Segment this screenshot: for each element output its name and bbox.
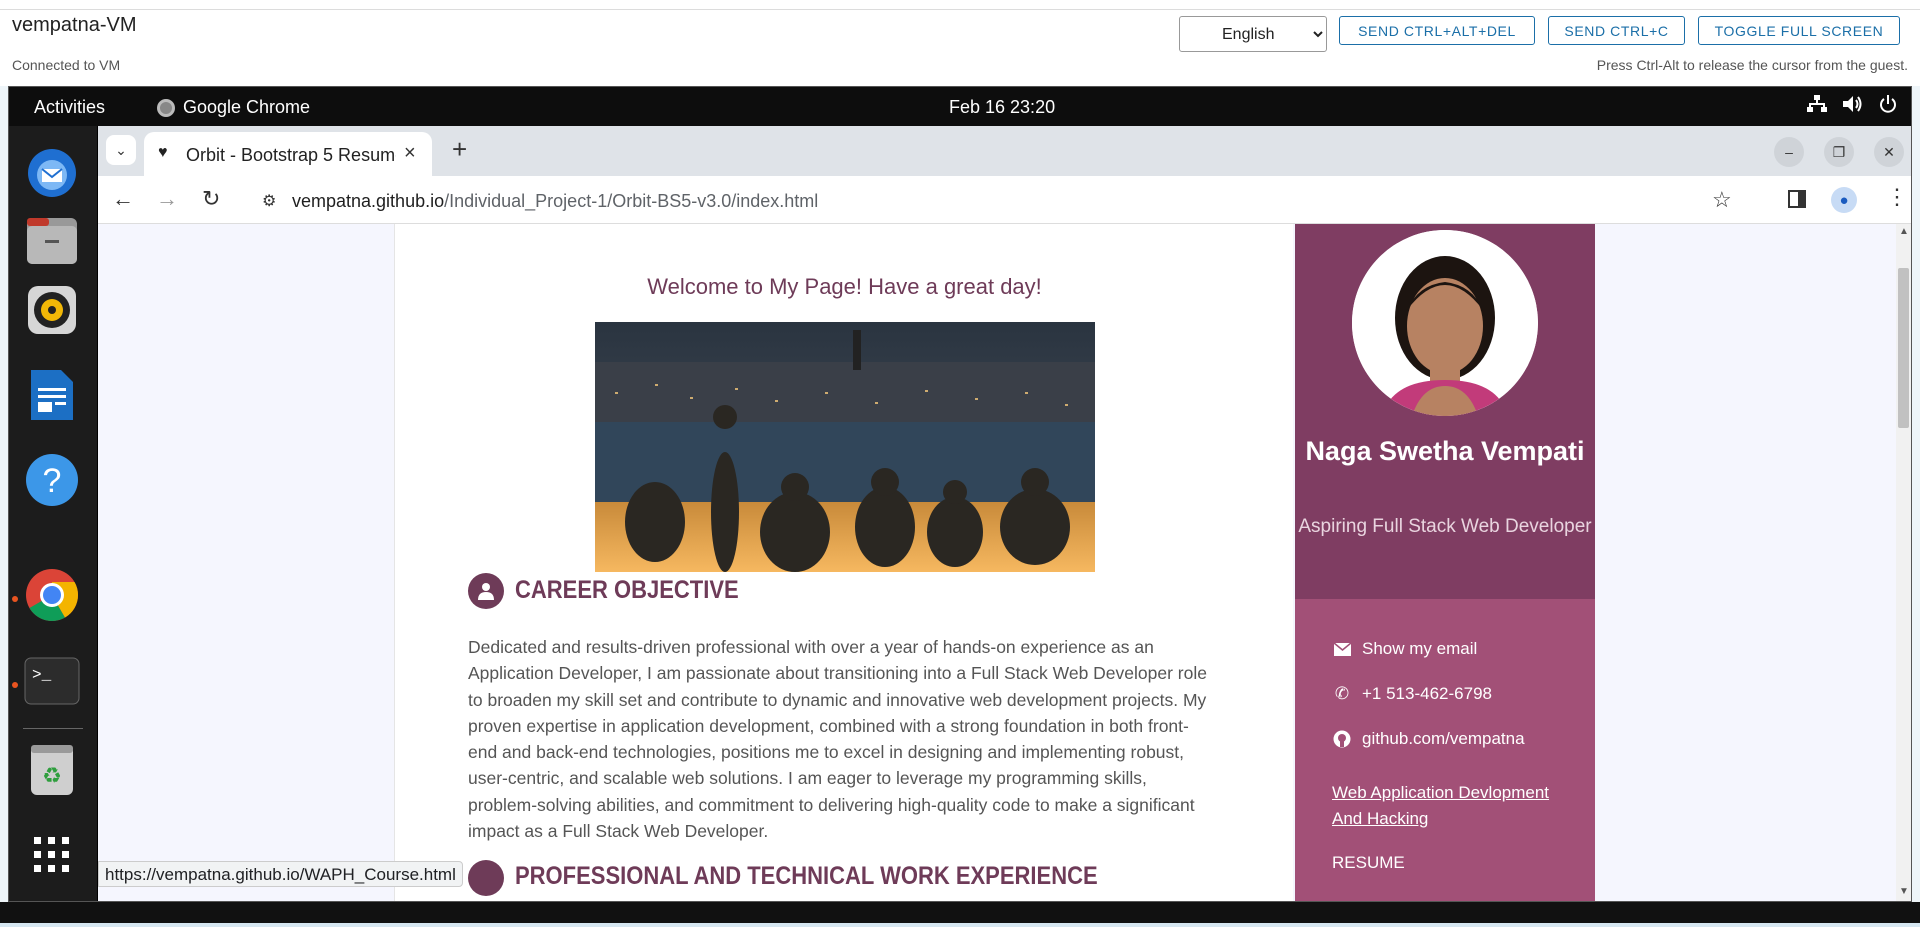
svg-text:>_: >_ xyxy=(32,666,52,684)
chrome-window: ⌄ ♥ Orbit - Bootstrap 5 Resume × + – ❐ ✕… xyxy=(98,126,1911,901)
svg-text:♻: ♻ xyxy=(42,764,62,789)
language-select[interactable]: English xyxy=(1179,16,1327,52)
url-domain: vempatna.github.io xyxy=(292,191,445,211)
new-tab-icon[interactable]: + xyxy=(452,134,467,165)
back-arrow-icon[interactable]: ← xyxy=(112,186,134,212)
reload-icon[interactable]: ↻ xyxy=(202,186,220,212)
clock[interactable]: Feb 16 23:20 xyxy=(949,97,1055,118)
welcome-heading: Welcome to My Page! Have a great day! xyxy=(647,274,1042,299)
release-cursor-hint: Press Ctrl-Alt to release the cursor fro… xyxy=(1596,57,1908,73)
career-objective-text: Dedicated and results-driven professiona… xyxy=(468,637,1207,842)
thunderbird-icon[interactable] xyxy=(23,142,81,200)
scroll-down-icon[interactable]: ▼ xyxy=(1899,886,1909,897)
send-ctrl-c-button[interactable]: SEND CTRL+C xyxy=(1548,16,1685,45)
site-info-icon[interactable]: ⚙ xyxy=(262,191,276,211)
terminal-icon[interactable]: >_ xyxy=(23,652,81,710)
volume-icon[interactable] xyxy=(1843,95,1863,118)
app-menu-label: Google Chrome xyxy=(183,97,311,117)
footer-band xyxy=(0,923,1920,927)
address-bar[interactable]: ⚙ vempatna.github.io/Individual_Project-… xyxy=(248,183,1853,219)
user-icon xyxy=(468,573,504,609)
minimize-icon[interactable]: – xyxy=(1774,137,1804,167)
activities-button[interactable]: Activities xyxy=(34,97,105,118)
close-tab-icon[interactable]: × xyxy=(404,142,416,165)
network-icon[interactable] xyxy=(1807,95,1827,118)
forward-arrow-icon[interactable]: → xyxy=(156,186,178,212)
side-panel-icon[interactable] xyxy=(1788,190,1806,208)
kebab-menu-icon[interactable]: ⋮ xyxy=(1886,184,1908,210)
email-label: Show my email xyxy=(1362,639,1478,658)
restore-icon[interactable]: ❐ xyxy=(1824,137,1854,167)
scrollbar-thumb[interactable] xyxy=(1898,268,1909,428)
chrome-icon[interactable] xyxy=(23,566,81,624)
dock: ? >_ ♻ xyxy=(9,126,97,901)
briefcase-icon xyxy=(468,860,504,896)
url-path: /Individual_Project-1/Orbit-BS5-v3.0/ind… xyxy=(444,191,819,211)
help-icon[interactable]: ? xyxy=(23,451,81,509)
github-item[interactable]: github.com/vempatna xyxy=(1332,729,1525,749)
tab-search-button[interactable]: ⌄ xyxy=(106,135,136,165)
phone-icon: ✆ xyxy=(1334,684,1350,703)
console-footer xyxy=(0,902,1920,927)
vm-console-header: vempatna-VM Connected to VM English SEND… xyxy=(0,0,1920,86)
connection-status: Connected to VM xyxy=(12,57,121,73)
resume-link[interactable]: RESUME xyxy=(1332,853,1405,873)
header-divider xyxy=(0,9,1920,10)
vm-title: vempatna-VM xyxy=(12,14,137,36)
profile-photo xyxy=(1352,230,1538,416)
envelope-icon xyxy=(1332,642,1352,656)
link-status-bubble: https://vempatna.github.io/WAPH_Course.h… xyxy=(98,861,463,887)
main-content: Welcome to My Page! Have a great day! CA… xyxy=(394,224,1293,901)
page-scrollbar[interactable]: ▲ ▼ xyxy=(1896,224,1911,901)
page-viewport[interactable]: Welcome to My Page! Have a great day! CA… xyxy=(98,224,1911,901)
chrome-small-icon xyxy=(157,98,175,117)
dock-separator xyxy=(23,728,83,729)
system-tray[interactable] xyxy=(1807,95,1897,118)
trash-icon[interactable]: ♻ xyxy=(23,740,81,798)
scroll-up-icon[interactable]: ▲ xyxy=(1899,226,1909,237)
power-icon[interactable] xyxy=(1879,95,1897,118)
person-name: Naga Swetha Vempati xyxy=(1305,436,1585,466)
send-ctrl-alt-del-button[interactable]: SEND CTRL+ALT+DEL xyxy=(1339,16,1535,45)
heart-favicon-icon: ♥ xyxy=(158,144,168,161)
course-link[interactable]: Web Application Devlopment And Hacking xyxy=(1332,780,1572,832)
tab-title: Orbit - Bootstrap 5 Resume xyxy=(186,145,396,165)
experience-heading: PROFESSIONAL AND TECHNICAL WORK EXPERIEN… xyxy=(515,862,1098,890)
github-icon xyxy=(1332,730,1352,748)
rhythmbox-icon[interactable] xyxy=(23,281,81,339)
phone-item[interactable]: ✆ +1 513-462-6798 xyxy=(1332,684,1492,704)
active-tab[interactable]: ♥ Orbit - Bootstrap 5 Resume × xyxy=(144,132,432,176)
svg-text:?: ? xyxy=(43,462,62,500)
github-link: github.com/vempatna xyxy=(1362,729,1525,748)
person-tagline: Aspiring Full Stack Web Developer xyxy=(1298,516,1592,537)
bookmark-star-icon[interactable]: ☆ xyxy=(1712,187,1732,213)
gnome-top-bar: Activities Google Chrome Feb 16 23:20 xyxy=(9,87,1911,126)
career-objective-heading: CAREER OBJECTIVE xyxy=(515,576,739,604)
vm-guest-screen[interactable]: Activities Google Chrome Feb 16 23:20 ? … xyxy=(8,86,1912,902)
writer-icon[interactable] xyxy=(23,366,81,424)
chevron-down-icon: ⌄ xyxy=(115,141,127,158)
app-menu[interactable]: Google Chrome xyxy=(157,97,310,118)
url-text[interactable]: vempatna.github.io/Individual_Project-1/… xyxy=(292,191,818,212)
email-item[interactable]: Show my email xyxy=(1332,639,1477,659)
hero-image xyxy=(595,322,1095,572)
profile-avatar-icon[interactable]: ● xyxy=(1831,187,1857,213)
toggle-full-screen-button[interactable]: TOGGLE FULL SCREEN xyxy=(1698,16,1900,45)
close-window-icon[interactable]: ✕ xyxy=(1874,137,1904,167)
files-icon[interactable] xyxy=(23,212,81,270)
browser-toolbar: ← → ↻ ⚙ vempatna.github.io/Individual_Pr… xyxy=(98,176,1911,224)
profile-sidebar-header: Naga Swetha Vempati Aspiring Full Stack … xyxy=(1295,224,1595,599)
running-indicator xyxy=(12,682,18,688)
phone-number: +1 513-462-6798 xyxy=(1362,684,1492,703)
contact-panel: Show my email ✆ +1 513-462-6798 github.c… xyxy=(1295,599,1595,901)
tab-strip: ⌄ ♥ Orbit - Bootstrap 5 Resume × + – ❐ ✕ xyxy=(98,126,1911,176)
running-indicator xyxy=(12,596,18,602)
app-grid-icon[interactable] xyxy=(23,826,81,884)
